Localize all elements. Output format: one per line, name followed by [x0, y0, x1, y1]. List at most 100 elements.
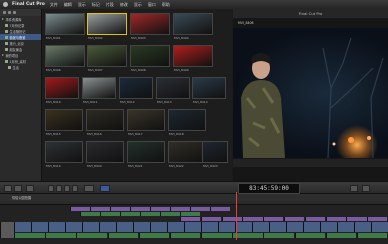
viewer-frame[interactable] — [233, 28, 388, 158]
clip-thumbnail[interactable]: MVI_8408 — [130, 45, 170, 72]
select-tool-button[interactable] — [100, 185, 110, 192]
clip-thumbnail[interactable]: MVI_8419 — [45, 141, 83, 168]
import-button[interactable] — [4, 185, 12, 192]
timeline-audio-clip[interactable] — [14, 233, 45, 238]
connected-audio-clip[interactable] — [180, 212, 200, 216]
title-clip[interactable] — [150, 207, 170, 211]
timeline-audio-clip[interactable] — [263, 233, 294, 238]
insert-clip-button[interactable] — [56, 185, 62, 192]
title-clip[interactable] — [284, 217, 305, 221]
timeline-video-clip[interactable] — [167, 222, 184, 232]
title-clip[interactable] — [200, 217, 222, 221]
timeline-video-clip[interactable] — [371, 222, 388, 232]
enhancements-button[interactable] — [84, 185, 94, 192]
app-menu[interactable]: Final Cut Pro — [12, 2, 45, 7]
clip-thumbnail[interactable]: MVI_8401 — [45, 13, 85, 40]
menu-file[interactable]: 文件 — [50, 2, 58, 8]
title-clip[interactable] — [325, 217, 346, 221]
title-clip[interactable] — [170, 207, 190, 211]
clip-thumbnail[interactable]: MVI_8414 — [192, 77, 226, 104]
title-clip[interactable] — [263, 217, 284, 221]
clip-thumbnail[interactable]: MVI_8406 — [45, 45, 85, 72]
append-clip-button[interactable] — [64, 185, 70, 192]
title-clip[interactable] — [90, 207, 110, 211]
timeline-audio-clip[interactable] — [45, 233, 76, 238]
timeline-audio-clip[interactable] — [201, 233, 232, 238]
clip-thumbnail[interactable]: MVI_8415 — [45, 109, 83, 136]
selected-clip-range[interactable] — [0, 222, 14, 238]
clip-thumbnail[interactable]: MVI_8416 — [86, 109, 124, 136]
timeline-video-clip[interactable] — [235, 222, 252, 232]
clip-thumbnail[interactable]: MVI_8412 — [119, 77, 153, 104]
clip-thumbnail[interactable]: MVI_8423 — [202, 141, 228, 168]
connected-audio-clip[interactable] — [80, 212, 100, 216]
menu-mark[interactable]: 标记 — [92, 2, 100, 8]
timeline-video-clip[interactable] — [14, 222, 31, 232]
title-clip[interactable] — [190, 207, 210, 211]
timeline-audio-clip[interactable] — [325, 233, 357, 238]
title-clip[interactable] — [180, 217, 201, 221]
title-clip[interactable] — [210, 207, 230, 211]
clip-thumbnail[interactable]: MVI_8407 — [87, 45, 127, 72]
apple-menu-icon[interactable] — [3, 2, 8, 7]
title-clip[interactable] — [242, 217, 263, 221]
timeline-video-clip[interactable] — [354, 222, 371, 232]
clip-thumbnail[interactable]: MVI_8404 — [173, 13, 213, 40]
menu-window[interactable]: 窗口 — [148, 2, 156, 8]
menu-clip[interactable]: 片段 — [106, 2, 114, 8]
title-clip[interactable] — [346, 217, 367, 221]
timeline-video-clip[interactable] — [65, 222, 82, 232]
share-button[interactable] — [362, 185, 370, 192]
menu-modify[interactable]: 修改 — [120, 2, 128, 8]
clip-thumbnail[interactable]: MVI_8403 — [130, 13, 170, 40]
timeline-video-clip[interactable] — [303, 222, 320, 232]
timeline-video-clip[interactable] — [320, 222, 337, 232]
timeline-audio-clip[interactable] — [356, 233, 388, 238]
timeline-video-clip[interactable] — [218, 222, 235, 232]
overwrite-clip-button[interactable] — [72, 185, 78, 192]
timeline-video-clip[interactable] — [133, 222, 150, 232]
clip-thumbnail[interactable]: MVI_8417 — [127, 109, 165, 136]
playhead[interactable] — [236, 192, 237, 240]
title-clip[interactable] — [70, 207, 90, 211]
connected-audio-clip[interactable] — [120, 212, 140, 216]
connected-audio-clip[interactable] — [160, 212, 180, 216]
keyword-button[interactable] — [14, 185, 22, 192]
connected-audio-clip[interactable] — [100, 212, 120, 216]
menu-help[interactable]: 帮助 — [162, 2, 170, 8]
title-clip[interactable] — [221, 217, 242, 221]
clip-thumbnail[interactable]: MVI_8418 — [168, 109, 206, 136]
disclosure-triangle-icon[interactable] — [2, 54, 4, 56]
clip-thumbnail[interactable]: MVI_8411 — [82, 77, 116, 104]
clip-thumbnail[interactable]: MVI_8402 — [87, 13, 127, 40]
timeline-video-clip[interactable] — [252, 222, 269, 232]
timeline-audio-clip[interactable] — [169, 233, 201, 238]
titles-tab-icon[interactable] — [13, 11, 16, 14]
timeline-video-clip[interactable] — [286, 222, 303, 232]
timeline-ruler[interactable] — [0, 201, 388, 205]
title-clip[interactable] — [110, 207, 130, 211]
photos-tab-icon[interactable] — [8, 11, 11, 14]
inspector-button[interactable] — [350, 185, 358, 192]
connected-audio-clip[interactable] — [140, 212, 160, 216]
timeline-video-clip[interactable] — [82, 222, 99, 232]
timeline-video-clip[interactable] — [337, 222, 354, 232]
menu-view-2[interactable]: 显示 — [134, 2, 142, 8]
clip-thumbnail[interactable]: MVI_8420 — [86, 141, 124, 168]
timeline-audio-clip[interactable] — [294, 233, 326, 238]
title-clip[interactable] — [130, 207, 150, 211]
clip-thumbnail[interactable]: MVI_8422 — [168, 141, 206, 168]
connect-clip-button[interactable] — [48, 185, 54, 192]
timeline-video-clip[interactable] — [184, 222, 201, 232]
libraries-tab-icon[interactable] — [3, 11, 6, 14]
library-item[interactable]: 生活 — [0, 64, 41, 70]
timeline-video-clip[interactable] — [150, 222, 167, 232]
title-clip[interactable] — [304, 217, 326, 221]
timeline-audio-clip[interactable] — [76, 233, 107, 238]
clip-thumbnail[interactable]: MVI_8421 — [127, 141, 165, 168]
timeline-audio-clip[interactable] — [107, 233, 139, 238]
menu-edit[interactable]: 编辑 — [64, 2, 72, 8]
clip-thumbnail[interactable]: MVI_8409 — [173, 45, 213, 72]
disclosure-triangle-icon[interactable] — [2, 18, 4, 20]
timeline-audio-clip[interactable] — [138, 233, 170, 238]
